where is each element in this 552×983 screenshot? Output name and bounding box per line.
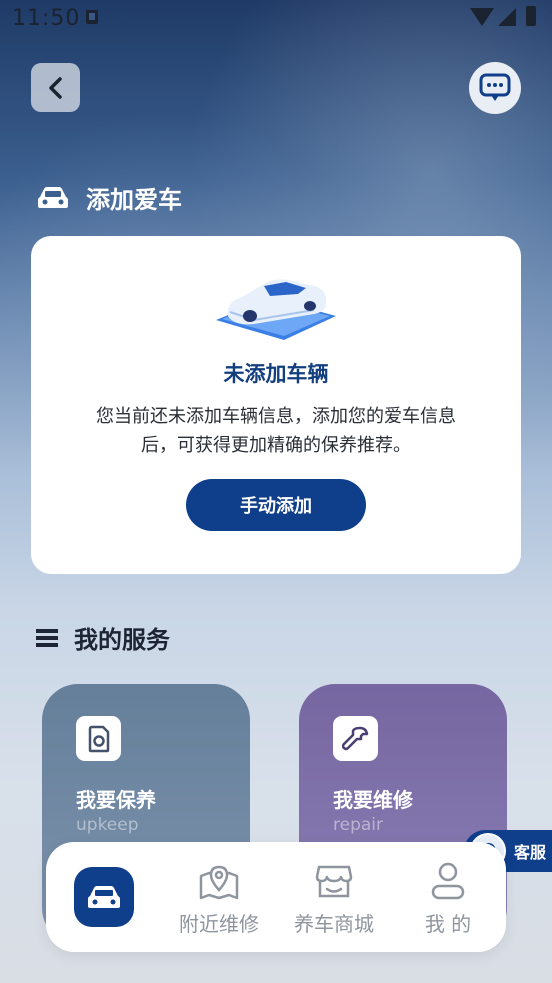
add-car-card: 未添加车辆 您当前还未添加车辆信息，添加您的爱车信息后，可获得更加精确的保养推荐… [31,236,521,574]
tab-profile[interactable]: 我 的 [398,860,498,937]
tab-nearby-repair[interactable]: 附近维修 [169,860,269,937]
battery-icon [526,6,536,26]
tab-car-store[interactable]: 养车商城 [284,860,384,937]
chat-bubble-icon [479,73,511,101]
services-title: 我的服务 [74,626,170,654]
tab-profile-label: 我 的 [424,912,472,936]
status-bar: 11:50 [0,0,552,36]
tab-car-store-label: 养车商城 [294,912,374,936]
store-icon [284,860,384,902]
bottom-tab-bar: 附近维修 养车商城 我 的 [46,842,506,952]
manual-add-button[interactable]: 手动添加 [186,479,366,531]
upkeep-en: upkeep [76,815,139,835]
maintenance-icon [76,716,121,761]
upkeep-name: 我要保养 [76,788,156,812]
no-vehicle-heading: 未添加车辆 [223,362,329,386]
no-vehicle-description: 您当前还未添加车辆信息，添加您的爱车信息后，可获得更加精确的保养推荐。 [96,406,456,456]
menu-icon [36,628,58,647]
car-illustration [216,279,336,340]
wifi-icon [470,8,494,26]
chevron-left-icon [48,76,62,99]
status-time: 11:50 [12,6,81,31]
services-section-title: 我的服务 [36,620,170,655]
car-icon [38,186,68,208]
repair-en: repair [333,815,383,835]
sim-icon [86,10,98,24]
car-icon [88,886,120,908]
signal-icon [498,8,516,26]
tab-nearby-repair-label: 附近维修 [179,912,259,936]
repair-name: 我要维修 [333,788,413,812]
tab-my-car[interactable] [74,867,134,927]
message-button[interactable] [469,62,521,114]
user-icon [398,860,498,902]
add-car-section-title: 添加爱车 [36,180,182,215]
back-button[interactable] [31,63,80,112]
add-car-title: 添加爱车 [86,186,182,214]
map-pin-icon [169,860,269,902]
customer-service-label: 客服 [514,843,547,862]
wrench-icon [333,716,378,761]
